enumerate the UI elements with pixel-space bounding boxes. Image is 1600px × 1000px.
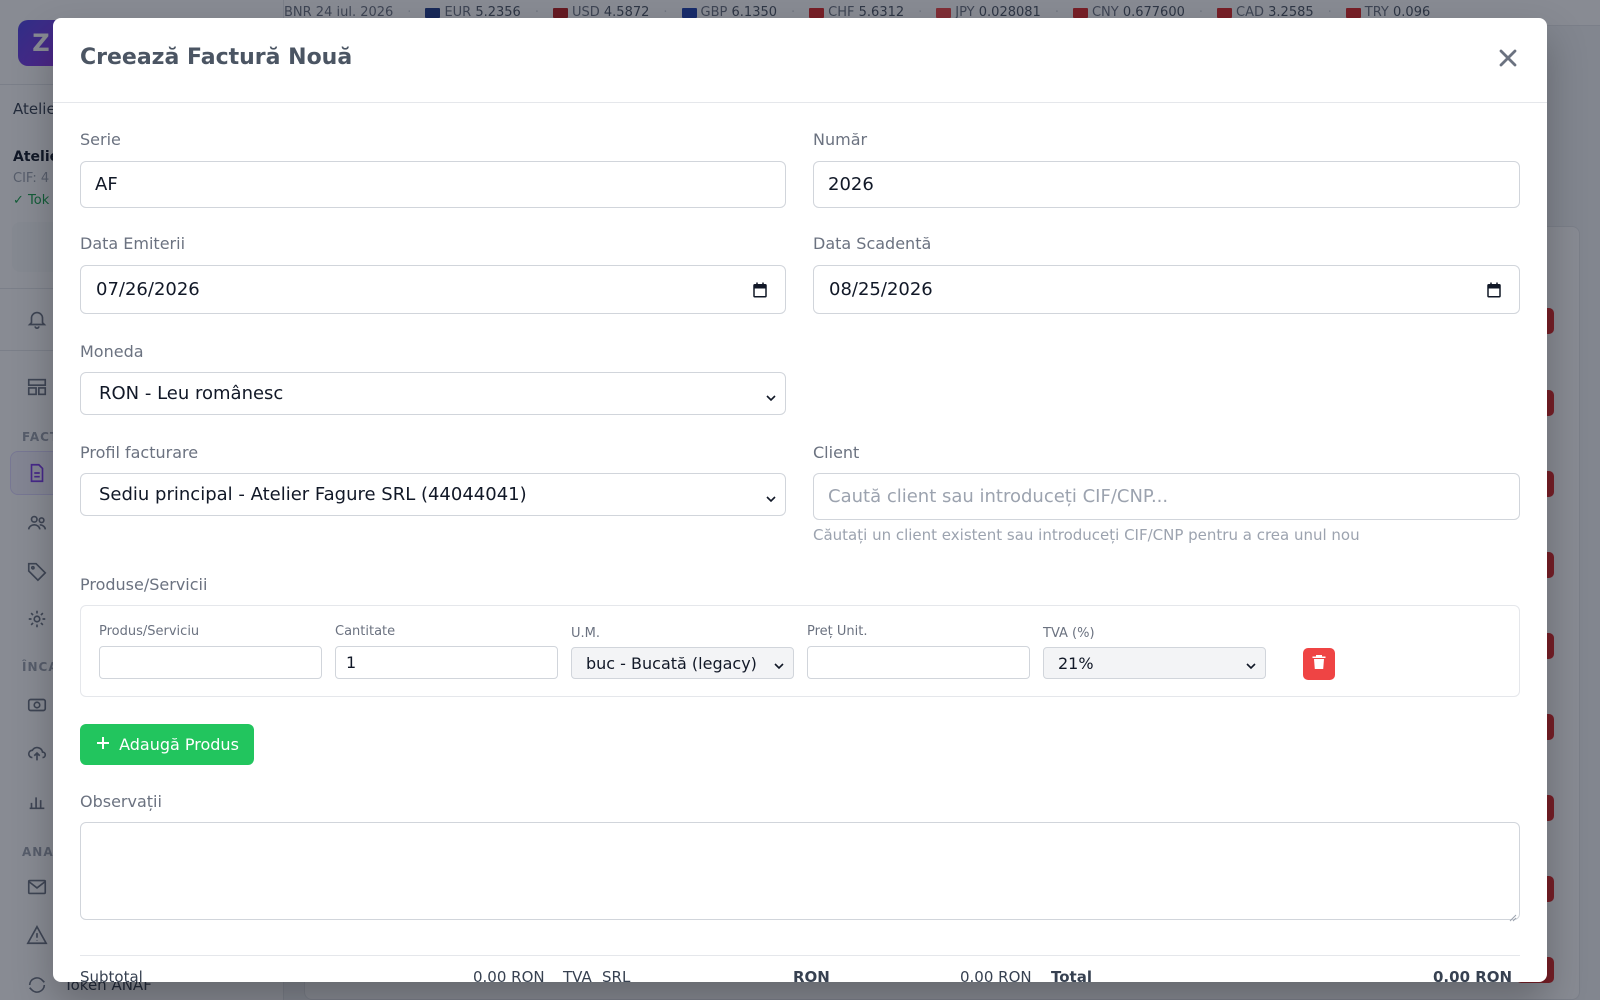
price-column-label: Preț Unit. — [807, 624, 868, 639]
vat-value: 21% — [1058, 653, 1094, 673]
data-scadenta-label: Data Scadentă — [813, 234, 932, 253]
quantity-input[interactable]: 1 — [335, 646, 558, 679]
moneda-label: Moneda — [80, 342, 144, 361]
tva-label: TVA — [563, 968, 592, 982]
data-emiterii-label: Data Emiterii — [80, 234, 186, 253]
calendar-icon[interactable] — [1485, 281, 1503, 299]
profil-label: Profil facturare — [80, 443, 199, 462]
data-emiterii-input[interactable]: 07/26/2026 — [80, 265, 786, 314]
chevron-down-icon — [1245, 657, 1257, 670]
unit-column-label: U.M. — [571, 626, 600, 641]
observatii-label: Observații — [80, 792, 162, 811]
add-product-label: Adaugă Produs — [119, 735, 239, 754]
moneda-value: RON - Leu românesc — [99, 383, 284, 404]
modal-header: Creează Factură Nouă — [53, 18, 1547, 103]
vat-select[interactable]: 21% — [1043, 647, 1266, 679]
create-invoice-modal: Creează Factură Nouă Serie AF Număr 2026… — [53, 18, 1547, 982]
numar-label: Număr — [813, 130, 868, 149]
tva-value: 0.00 RON — [960, 968, 1032, 982]
modal-title: Creează Factură Nouă — [80, 45, 353, 70]
chevron-down-icon — [765, 388, 777, 401]
quantity-column-label: Cantitate — [335, 624, 396, 639]
unit-select[interactable]: buc - Bucată (legacy) — [571, 647, 794, 679]
client-label: Client — [813, 443, 860, 462]
product-row: Produs/Serviciu Cantitate 1 U.M. buc - B… — [80, 605, 1520, 697]
product-name-input[interactable] — [99, 646, 322, 679]
client-search-input[interactable]: Caută client sau introduceți CIF/CNP... — [813, 473, 1520, 520]
total-label: Total — [1051, 968, 1092, 982]
moneda-select[interactable]: RON - Leu românesc — [80, 372, 786, 415]
data-scadenta-input[interactable]: 08/25/2026 — [813, 265, 1520, 314]
product-column-label: Produs/Serviciu — [99, 624, 200, 639]
numar-input[interactable]: 2026 — [813, 161, 1520, 208]
data-scadenta-value: 08/25/2026 — [829, 279, 933, 300]
total-value: 0.00 RON — [1433, 968, 1513, 982]
serie-label: Serie — [80, 130, 121, 149]
products-label: Produse/Servicii — [80, 575, 208, 594]
divider — [80, 955, 1520, 956]
subtotal-label: Subtotal — [80, 968, 143, 982]
close-icon[interactable] — [1494, 44, 1522, 72]
vat-column-label: TVA (%) — [1043, 626, 1095, 641]
profil-select[interactable]: Sediu principal - Atelier Fagure SRL (44… — [80, 473, 786, 516]
subtotal-value: 0.00 RON — [473, 968, 545, 982]
add-product-button[interactable]: Adaugă Produs — [80, 724, 254, 765]
plus-icon — [95, 735, 111, 755]
client-hint: Căutați un client existent sau introduce… — [813, 526, 1360, 544]
chevron-down-icon — [765, 489, 777, 502]
chevron-down-icon — [773, 657, 785, 670]
currency-code: RON — [793, 968, 830, 982]
calendar-icon[interactable] — [751, 281, 769, 299]
profil-value: Sediu principal - Atelier Fagure SRL (44… — [99, 484, 527, 505]
unit-price-input[interactable] — [807, 646, 1030, 679]
data-emiterii-value: 07/26/2026 — [96, 279, 200, 300]
observatii-textarea[interactable] — [80, 822, 1520, 922]
company-type: SRL — [602, 968, 631, 982]
delete-product-button[interactable] — [1303, 648, 1335, 680]
trash-icon — [1311, 654, 1327, 674]
resize-grip-icon[interactable] — [1507, 907, 1517, 922]
unit-value: buc - Bucată (legacy) — [586, 653, 757, 673]
serie-input[interactable]: AF — [80, 161, 786, 208]
